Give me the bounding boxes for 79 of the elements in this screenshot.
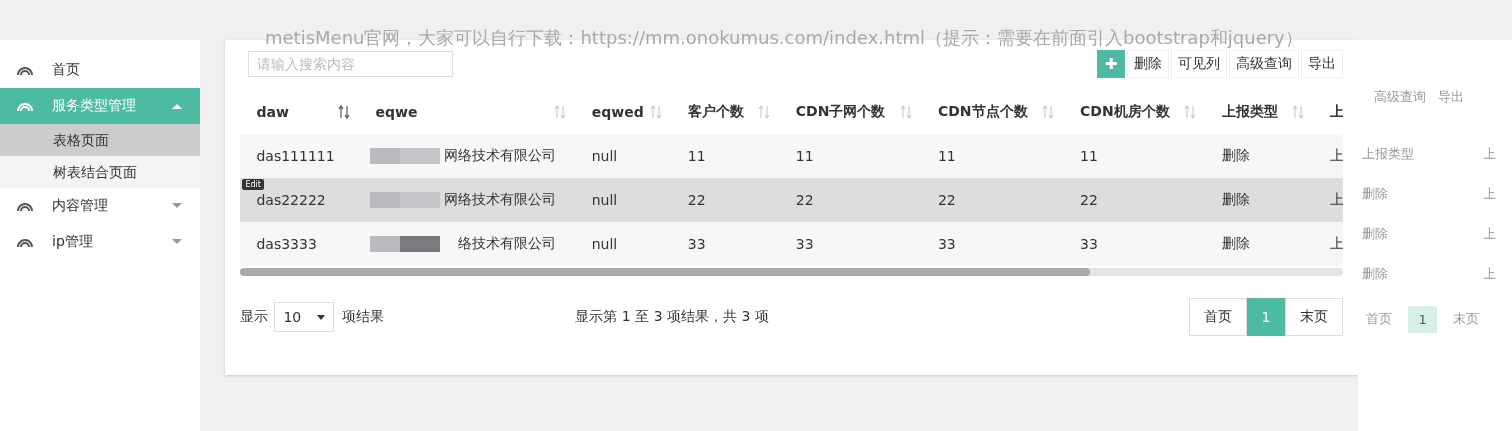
dashboard-icon [16, 100, 34, 112]
table-cell: das3333 [256, 236, 317, 252]
faded-cell: 删除 [1362, 265, 1389, 283]
table-cell: 33 [937, 236, 956, 252]
table-cell: 11 [937, 148, 956, 164]
table-cell: 网络技术有限公司 [443, 191, 556, 207]
table-cell: 11 [687, 148, 706, 164]
faded-page: 首页 [1365, 310, 1394, 328]
edit-badge[interactable]: Edit [242, 179, 264, 190]
table-cell: 33 [687, 236, 706, 252]
column-header[interactable]: daw [256, 104, 289, 120]
faded-cell: 上 [1483, 225, 1496, 243]
table-cell: null [591, 236, 618, 252]
nav-subitem[interactable]: 表格页面 [0, 124, 201, 156]
toolbar-button[interactable]: 可见列 [1171, 50, 1228, 78]
results-summary: 显示第 1 至 3 项结果，共 3 项 [575, 308, 770, 326]
table-cell: 11 [795, 148, 814, 164]
nav-item[interactable]: 首页 [0, 52, 201, 88]
nav-subitem[interactable]: 树表结合页面 [0, 156, 201, 188]
toolbar-button[interactable]: 删除 [1127, 50, 1170, 78]
faded-cell: 删除 [1362, 185, 1389, 203]
table-cell: 删除 [1222, 235, 1251, 251]
page-button[interactable]: 末页 [1285, 298, 1344, 336]
faded-cell: 删除 [1362, 225, 1389, 243]
column-header[interactable]: CDN机房个数 [1080, 103, 1170, 121]
table-cell: 22 [687, 192, 706, 208]
page-button[interactable]: 首页 [1188, 298, 1247, 336]
toolbar-button[interactable]: 高级查询 [1229, 50, 1300, 78]
column-header[interactable]: 客户个数 [687, 103, 744, 121]
redaction-block [369, 234, 440, 254]
dashboard-icon [16, 236, 34, 248]
faded-cell: 上 [1483, 185, 1496, 203]
faded-header: 上报类型 [1362, 145, 1415, 163]
sort-icon[interactable] [337, 105, 350, 119]
nav-item[interactable]: 内容管理 [0, 188, 201, 224]
table-row[interactable]: das3333 络技术有限公司 null 33 33 33 33 删除 上 [240, 222, 1344, 266]
toolbar-button[interactable]: 导出 [1301, 50, 1344, 78]
table-cell: 33 [1080, 236, 1098, 252]
table-cell: 22 [937, 192, 956, 208]
table-cell: 删除 [1222, 147, 1251, 163]
caret-icon [317, 314, 326, 320]
table-row[interactable]: das111111 网络技术有限公司 null 11 11 11 11 删除 上 [240, 134, 1344, 178]
table-cell: das22222 [256, 192, 326, 208]
results-label: 项结果 [342, 308, 385, 326]
faded-header: 上 [1483, 145, 1496, 163]
show-label: 显示 [240, 308, 269, 326]
table-cell: 网络技术有限公司 [443, 147, 556, 163]
dashboard-icon [16, 64, 34, 76]
faded-label: 导出 [1438, 88, 1465, 106]
column-header[interactable]: 上 [1330, 103, 1344, 121]
page-size-select[interactable]: 10 [274, 302, 335, 332]
table-cell: 络技术有限公司 [457, 235, 556, 251]
table-cell: 上 [1330, 191, 1344, 207]
table-cell: das111111 [256, 148, 335, 164]
table-cell: 22 [1080, 192, 1098, 208]
column-header[interactable]: 上报类型 [1222, 103, 1279, 121]
faded-cell: 上 [1483, 265, 1496, 283]
table-cell: 11 [1080, 148, 1098, 164]
table-cell: 删除 [1222, 191, 1251, 207]
redaction-block [369, 190, 440, 210]
table-cell: null [591, 148, 618, 164]
table-cell: 上 [1330, 147, 1344, 163]
table-cell: 22 [795, 192, 814, 208]
dashboard-icon [16, 200, 34, 212]
table-cell: 上 [1330, 235, 1344, 251]
column-header[interactable]: eqwe [375, 104, 418, 120]
faded-page: 1 [1408, 305, 1437, 333]
faded-note: metisMenu官网，大家可以自行下载：https://mm.onokumus.com/index.html（提示：需要在前面引入bootstrap和jquery） [265, 26, 1303, 50]
table-cell: 33 [795, 236, 814, 252]
table-cell: null [591, 192, 618, 208]
redaction-block [369, 146, 440, 166]
nav-item[interactable]: ip管理 [0, 224, 201, 260]
column-header[interactable]: CDN子网个数 [795, 103, 886, 121]
faded-page: 末页 [1451, 310, 1480, 328]
column-header[interactable]: eqwed [591, 104, 644, 120]
horizontal-scrollbar[interactable] [240, 268, 1344, 276]
search-field[interactable]: 请输入搜索内容 [248, 51, 454, 77]
faded-label: 高级查询 [1374, 88, 1427, 106]
column-header[interactable]: CDN节点个数 [937, 103, 1028, 121]
